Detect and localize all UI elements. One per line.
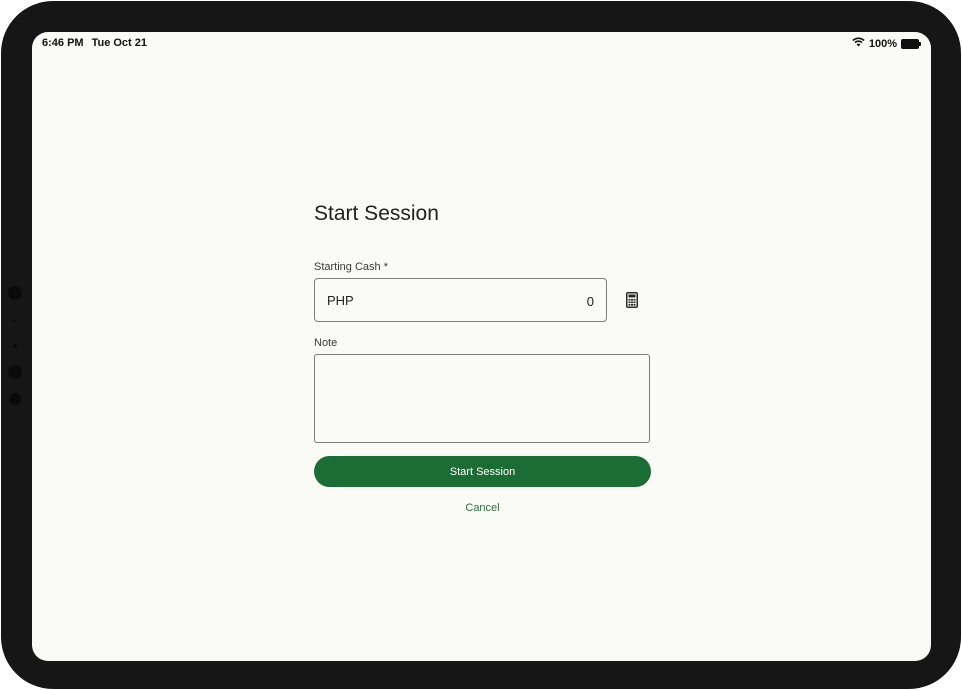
- wifi-icon: [852, 37, 865, 50]
- page-title: Start Session: [314, 202, 439, 225]
- start-session-button[interactable]: Start Session: [314, 456, 651, 487]
- side-button: [8, 286, 22, 300]
- status-right: 100%: [852, 37, 921, 50]
- currency-code: PHP: [327, 293, 354, 308]
- status-date: Tue Oct 21: [91, 37, 148, 49]
- calculator-icon: [626, 291, 638, 313]
- tablet-frame: 6:46 PM Tue Oct 21 100% Start Session St…: [1, 1, 961, 689]
- side-button: [8, 365, 22, 379]
- battery-icon: [901, 38, 921, 49]
- starting-cash-label: Starting Cash *: [314, 261, 388, 273]
- battery-percent: 100%: [868, 37, 897, 50]
- note-textarea[interactable]: [314, 354, 650, 443]
- side-dot: [13, 319, 16, 322]
- calculator-button[interactable]: [618, 288, 646, 316]
- side-button: [9, 393, 21, 405]
- starting-cash-value: 0: [586, 294, 594, 309]
- cancel-button[interactable]: Cancel: [314, 502, 651, 514]
- starting-cash-input[interactable]: PHP 0: [314, 278, 607, 322]
- status-time: 6:46 PM: [42, 37, 84, 49]
- status-bar: 6:46 PM Tue Oct 21 100%: [32, 32, 931, 54]
- note-label: Note: [314, 337, 338, 349]
- screen: 6:46 PM Tue Oct 21 100% Start Session St…: [32, 32, 931, 661]
- side-dot: [13, 344, 17, 348]
- status-left: 6:46 PM Tue Oct 21: [42, 37, 147, 49]
